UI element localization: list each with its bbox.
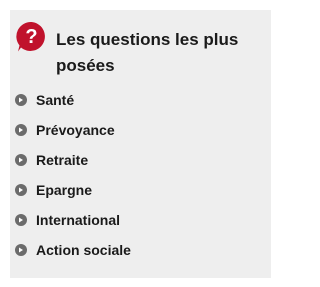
question-mark-icon: ? bbox=[16, 21, 47, 52]
faq-panel: ? Les questions les plus posées Santé Pr… bbox=[10, 10, 271, 278]
faq-link-sante[interactable]: Santé bbox=[36, 92, 74, 108]
faq-item-retraite[interactable]: Retraite bbox=[15, 145, 131, 175]
faq-title: Les questions les plus posées bbox=[56, 30, 239, 75]
faq-list: Santé Prévoyance Retraite Epargne Intern… bbox=[15, 85, 131, 265]
faq-link-international[interactable]: International bbox=[36, 212, 120, 228]
faq-item-prevoyance[interactable]: Prévoyance bbox=[15, 115, 131, 145]
faq-item-international[interactable]: International bbox=[15, 205, 131, 235]
faq-item-action-sociale[interactable]: Action sociale bbox=[15, 235, 131, 265]
arrow-right-icon bbox=[15, 124, 27, 136]
arrow-right-icon bbox=[15, 154, 27, 166]
faq-item-epargne[interactable]: Epargne bbox=[15, 175, 131, 205]
faq-link-epargne[interactable]: Epargne bbox=[36, 182, 92, 198]
arrow-right-icon bbox=[15, 244, 27, 256]
faq-item-sante[interactable]: Santé bbox=[15, 85, 131, 115]
faq-link-retraite[interactable]: Retraite bbox=[36, 152, 88, 168]
arrow-right-icon bbox=[15, 94, 27, 106]
faq-link-action-sociale[interactable]: Action sociale bbox=[36, 242, 131, 258]
svg-text:?: ? bbox=[25, 26, 37, 48]
arrow-right-icon bbox=[15, 214, 27, 226]
arrow-right-icon bbox=[15, 184, 27, 196]
faq-link-prevoyance[interactable]: Prévoyance bbox=[36, 122, 115, 138]
